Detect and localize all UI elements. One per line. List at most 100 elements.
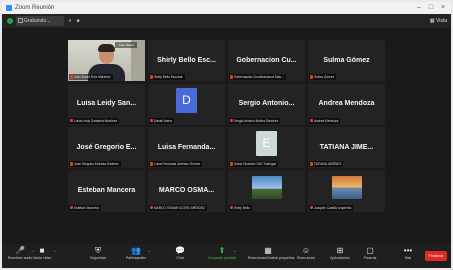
- meeting-chip-label: Grabando...: [24, 18, 51, 24]
- participant-label-text: Luisa Leidy Sanabria Martínez: [74, 118, 118, 123]
- muted-mic-icon: [230, 205, 233, 209]
- participant-tile[interactable]: Andrea Mendoza Andrea Mendoza: [308, 83, 385, 125]
- toolbar-button-label: Seguridad: [90, 256, 106, 260]
- participant-tile[interactable]: Esteban Mancera Esteban Mancera: [68, 170, 145, 212]
- muted-mic-icon: [70, 162, 73, 166]
- participant-gallery: Juan David Juan David Ruiz Martínez Shirly…: [68, 40, 385, 254]
- chevron-up-icon[interactable]: ^: [148, 249, 150, 254]
- encryption-shield-icon[interactable]: [7, 18, 13, 24]
- window-title: Zoom Reunión: [15, 5, 55, 11]
- muted-mic-icon: [230, 118, 233, 122]
- participant-label: Esteban Mancera: [69, 204, 101, 211]
- zoom-app-icon: [6, 5, 12, 11]
- toolbar-button-label: Reacciones/Grabar pequeñas: [248, 256, 295, 260]
- view-button[interactable]: ▦ Vista: [430, 14, 447, 28]
- participant-name: José Gregorio E...: [76, 143, 137, 151]
- participant-name: Andrea Mendoza: [318, 99, 375, 107]
- participant-label: Shirly Bello Escobar: [149, 74, 185, 80]
- maximize-icon[interactable]: □: [425, 2, 437, 14]
- participant-name: Esteban Mancera: [77, 186, 136, 194]
- shield-icon: ⛨: [95, 246, 101, 255]
- toolbar-button-share-screen[interactable]: ⬆ Compartir pantalla ^: [208, 246, 237, 266]
- toolbar-button-whiteboard[interactable]: ▢ Pizarras: [356, 246, 384, 266]
- participant-name: Gobernacion Cu...: [236, 56, 297, 64]
- participant-label-text: TATIANA JIMÉNEZ: [314, 162, 342, 166]
- breakout-rooms-icon: ▦: [264, 246, 272, 255]
- toolbar-button-more[interactable]: ••• Más: [394, 246, 422, 266]
- participant-tile[interactable]: José Gregorio E... José Gregorio Estrada …: [68, 127, 145, 168]
- participant-tile[interactable]: Juan David Juan David Ruiz Martínez: [68, 40, 145, 81]
- toolbar-button-label: Pizarras: [363, 256, 377, 260]
- participant-label: Sergio Antonio Molina Sánchez: [229, 117, 281, 124]
- muted-mic-icon: [70, 75, 73, 79]
- participant-label-text: MARCO OSMAR ACERO MÉNDEZ: [154, 205, 205, 210]
- participant-label: Salud Girardot CNO Toalhgaz: [229, 161, 279, 167]
- profile-picture: [331, 175, 362, 199]
- participant-name: Sulma Gómez: [323, 56, 370, 64]
- muted-mic-icon: [230, 162, 233, 166]
- participant-tile[interactable]: Shirly Bello: [228, 170, 305, 212]
- participant-tile[interactable]: MARCO OSMA... MARCO OSMAR ACERO MÉNDEZ: [148, 170, 225, 212]
- participant-label-text: Shirly Bello: [234, 205, 250, 210]
- video-camera-icon: ■: [39, 246, 45, 255]
- toolbar-button-label: Compartir pantalla: [207, 256, 237, 260]
- minimize-icon[interactable]: –: [413, 2, 425, 14]
- chevron-up-icon[interactable]: ^: [54, 249, 56, 254]
- toolbar-button-label: Iniciar video: [32, 256, 52, 260]
- participant-tile[interactable]: Gobernacion Cu... Gobernacion Cundinamarc…: [228, 40, 305, 81]
- participant-tile[interactable]: TATIANA JIME... TATIANA JIMÉNEZ: [308, 127, 385, 168]
- pause-icon[interactable]: ⏸: [66, 14, 74, 28]
- participant-name: MARCO OSMA...: [158, 186, 215, 194]
- toolbar-button-reactions[interactable]: ☺ Reacciones: [292, 246, 320, 266]
- zoom-window: Zoom Reunión – □ × Grabando... ⏸ ■ ▦ Vis…: [2, 2, 451, 268]
- participant-tile[interactable]: E Salud Girardot CNO Toalhgaz: [228, 127, 305, 168]
- muted-mic-icon: [230, 75, 233, 79]
- video-name-tag: Juan David: [115, 42, 137, 48]
- participant-label: Sulma Gómez: [309, 74, 337, 80]
- participant-name: Luisa Leidy San...: [76, 99, 137, 107]
- participant-label: TATIANA JIMÉNEZ: [309, 161, 344, 167]
- more-icon: •••: [403, 246, 413, 255]
- participant-tile[interactable]: Luisa Fernanda... Luisa Fernanda Jiménez …: [148, 127, 225, 168]
- participant-label: Shirly Bello: [229, 204, 252, 211]
- toolbar-button-breakout-rooms[interactable]: ▦ Reacciones/Grabar pequeñas: [248, 246, 295, 266]
- toolbar-button-participants[interactable]: 👥 Participantes ^: [122, 246, 150, 266]
- participant-label-text: José Gregorio Estrada Jiménez: [74, 162, 119, 166]
- close-icon[interactable]: ×: [437, 2, 449, 14]
- participant-tile[interactable]: Luisa Leidy San... Luisa Leidy Sanabria M…: [68, 83, 145, 125]
- participant-tile[interactable]: D Daniel Avera: [148, 83, 225, 125]
- participant-name: Shirly Bello Esc...: [157, 56, 216, 64]
- chevron-up-icon[interactable]: ^: [234, 249, 236, 254]
- avatar: E: [256, 131, 277, 156]
- microphone-icon: 🎤: [15, 246, 25, 255]
- participant-label-text: Sulma Gómez: [314, 75, 335, 79]
- participant-label-text: Luisa Fernanda Jiménez Gómez: [154, 162, 201, 166]
- toolbar-button-chat[interactable]: 💬 Chat: [166, 246, 194, 266]
- participant-name: TATIANA JIME...: [319, 143, 374, 151]
- muted-mic-icon: [150, 162, 153, 166]
- end-meeting-button[interactable]: Finalizar: [425, 251, 447, 261]
- participant-label-text: Andrea Mendoza: [314, 118, 339, 123]
- participant-tile[interactable]: Sulma Gómez Sulma Gómez: [308, 40, 385, 81]
- participant-tile[interactable]: Joaquim Castillo Izquierdo: [308, 170, 385, 212]
- toolbar-button-shield[interactable]: ⛨ Seguridad: [84, 246, 112, 266]
- muted-mic-icon: [70, 118, 73, 122]
- toolbar-button-video-camera[interactable]: ■ Iniciar video ^: [28, 246, 56, 266]
- participant-label: Joaquim Castillo Izquierdo: [309, 204, 354, 211]
- muted-mic-icon: [70, 205, 73, 209]
- participant-label-text: Joaquim Castillo Izquierdo: [314, 205, 352, 210]
- participant-label: Gobernacion Cundinamarca Salu...: [229, 74, 286, 80]
- participant-tile[interactable]: Shirly Bello Esc... Shirly Bello Escobar: [148, 40, 225, 81]
- participant-label-text: Sergio Antonio Molina Sánchez: [234, 118, 279, 123]
- participant-name: Sergio Antonio...: [238, 99, 295, 107]
- participant-label-text: Gobernacion Cundinamarca Salu...: [234, 75, 284, 79]
- stop-icon[interactable]: ■: [74, 14, 82, 28]
- meeting-top-bar: Grabando... ⏸ ■ ▦ Vista: [2, 14, 451, 28]
- participant-label-text: Shirly Bello Escobar: [154, 75, 183, 79]
- chat-icon: 💬: [175, 246, 185, 255]
- title-bar: Zoom Reunión – □ ×: [2, 2, 451, 14]
- meeting-info-chip[interactable]: Grabando...: [16, 16, 64, 26]
- participant-label: Juan David Ruiz Martínez: [69, 74, 113, 80]
- participant-tile[interactable]: Sergio Antonio... Sergio Antonio Molina S…: [228, 83, 305, 125]
- participant-label: MARCO OSMAR ACERO MÉNDEZ: [149, 204, 207, 211]
